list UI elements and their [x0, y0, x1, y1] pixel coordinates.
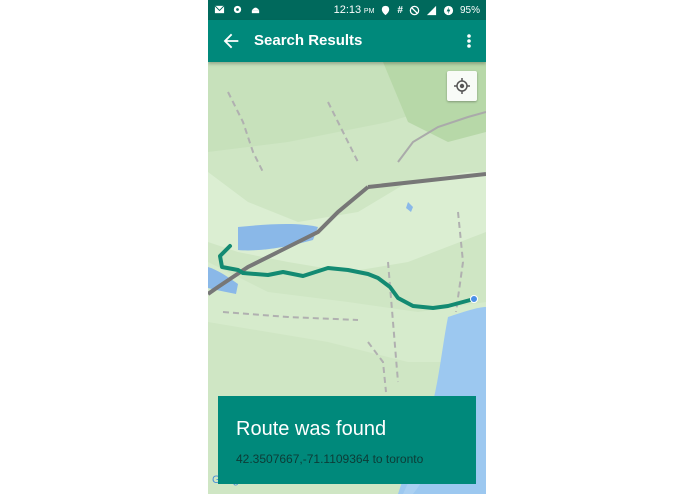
do-not-disturb-icon — [409, 5, 420, 15]
phone-screen: 12:13 PM # 95% Search Results Route was … — [208, 0, 486, 494]
status-bar: 12:13 PM # 95% — [208, 0, 486, 20]
result-subtitle: 42.3507667,-71.1109364 to toronto — [236, 452, 424, 466]
status-time: 12:13 PM — [333, 4, 375, 16]
app-bar: Search Results — [208, 20, 486, 62]
result-card: Route was found 42.3507667,-71.1109364 t… — [218, 396, 476, 484]
my-location-button[interactable] — [447, 71, 477, 101]
my-location-icon — [454, 78, 470, 94]
hash-icon: # — [397, 4, 403, 16]
signal-icon — [426, 5, 437, 15]
result-title: Route was found — [236, 418, 387, 440]
battery-icon — [443, 5, 454, 15]
android-icon — [251, 7, 260, 14]
location-pin-icon — [382, 5, 390, 15]
more-vert-icon[interactable] — [460, 31, 478, 51]
destination-marker — [470, 295, 478, 303]
page-title: Search Results — [254, 32, 363, 49]
settings-icon — [233, 5, 242, 14]
battery-percent: 95% — [459, 4, 480, 16]
arrow-back-icon[interactable] — [220, 30, 242, 52]
mail-icon — [214, 5, 225, 14]
